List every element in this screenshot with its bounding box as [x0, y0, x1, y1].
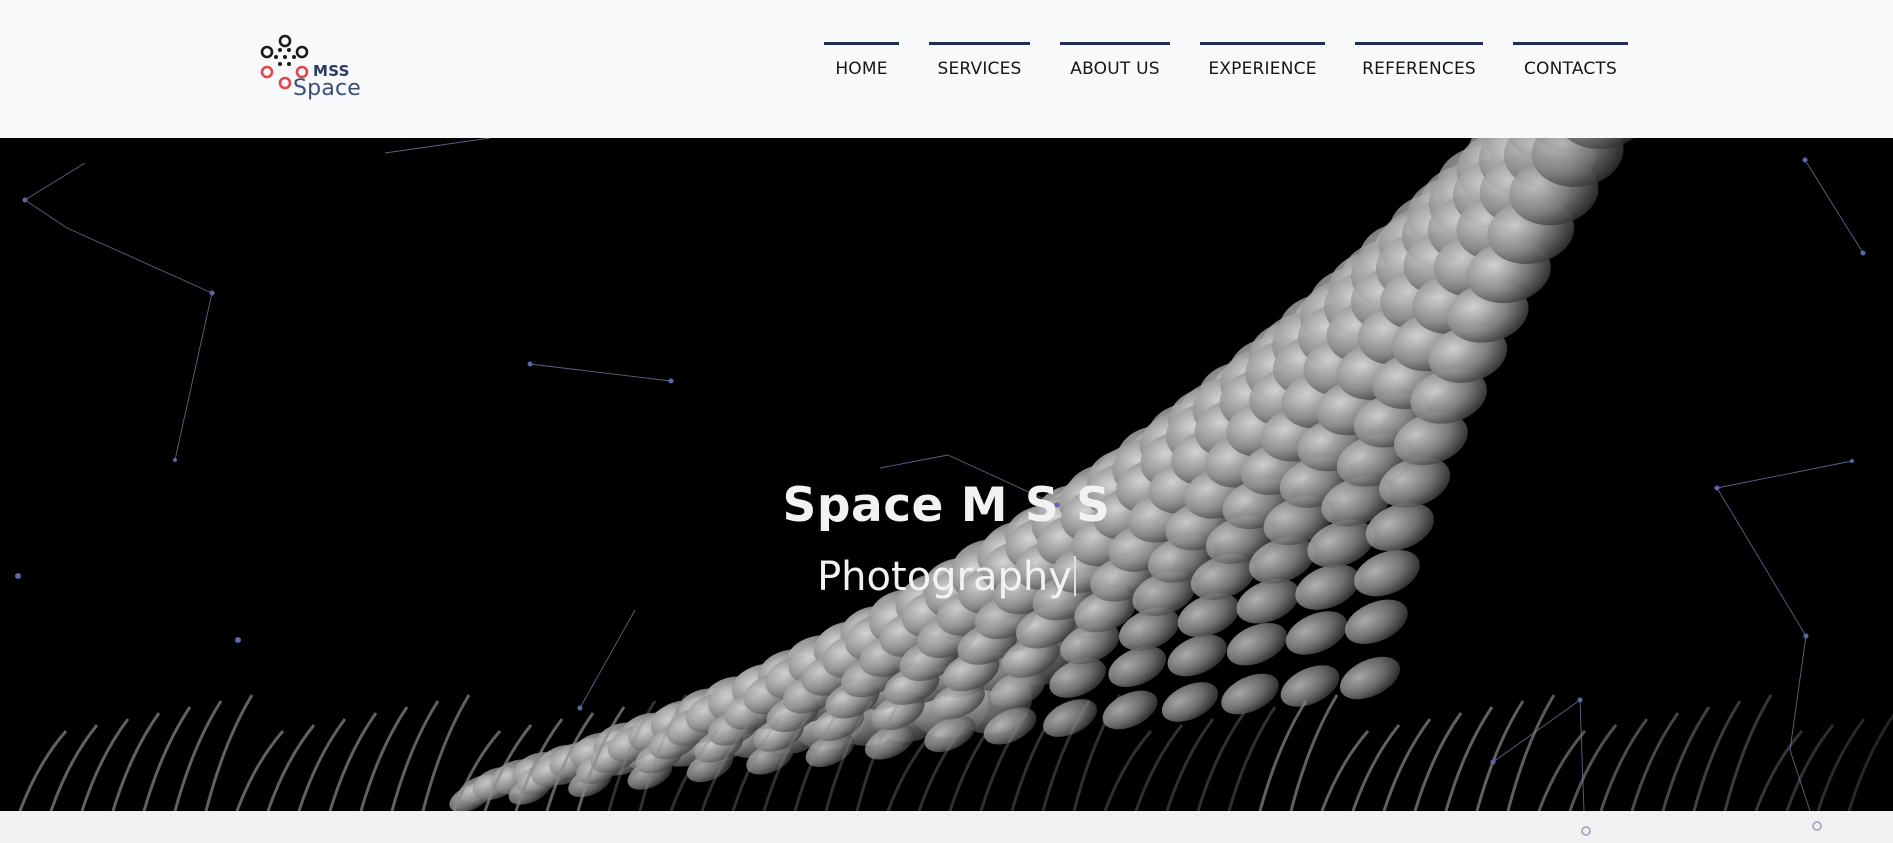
nav-item-about-us[interactable]: ABOUT US — [1060, 42, 1170, 82]
hero-banner: Space M S S Photography — [0, 138, 1893, 811]
hero-background-image — [0, 138, 1893, 811]
logo-name-text: Space — [293, 76, 362, 101]
main-nav: HOME SERVICES ABOUT US EXPERIENCE REFERE… — [824, 42, 1628, 82]
hero-subtitle-text: Photography — [817, 554, 1072, 600]
site-logo[interactable]: MSS Space — [258, 32, 374, 102]
hero-title: Space M S S — [782, 478, 1111, 533]
nav-item-references[interactable]: REFERENCES — [1355, 42, 1483, 82]
typing-cursor — [1073, 556, 1076, 596]
nav-item-experience[interactable]: EXPERIENCE — [1200, 42, 1325, 82]
strip-decoration — [1581, 821, 1822, 836]
nav-item-services[interactable]: SERVICES — [929, 42, 1030, 82]
hero-subtitle: Photography — [0, 554, 1893, 600]
below-fold-strip — [0, 811, 1893, 843]
site-header: MSS Space HOME SERVICES ABOUT US EXPERIE… — [0, 0, 1893, 138]
nav-item-contacts[interactable]: CONTACTS — [1513, 42, 1628, 82]
nav-item-home[interactable]: HOME — [824, 42, 899, 82]
